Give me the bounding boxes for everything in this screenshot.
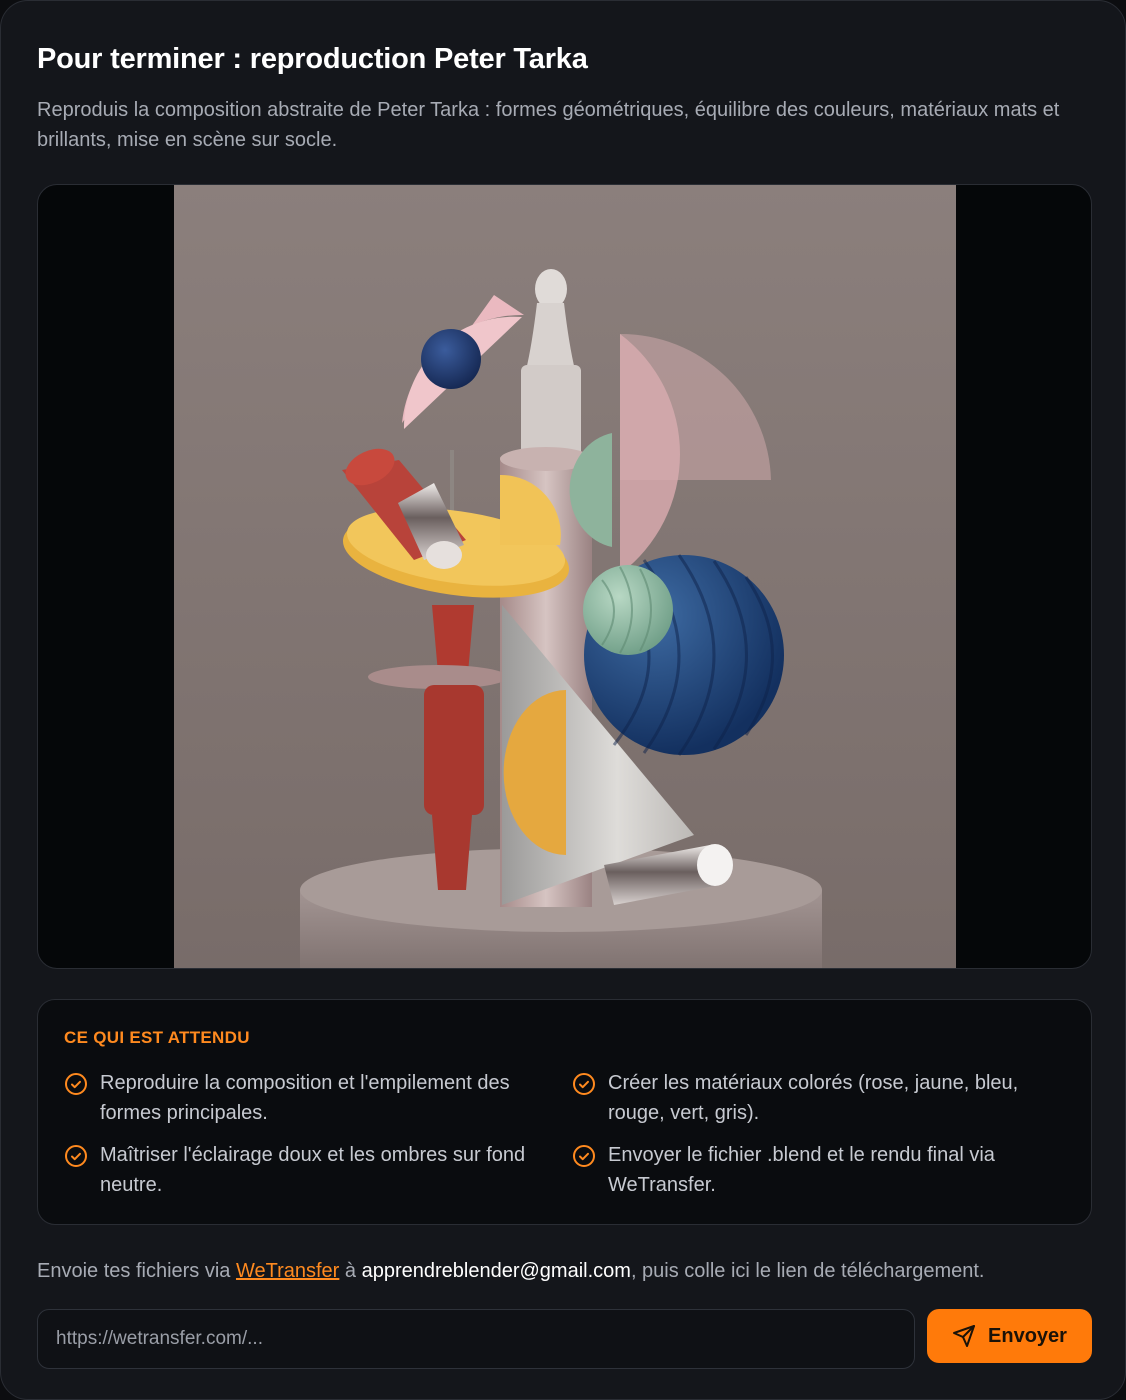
page-title: Pour terminer : reproduction Peter Tarka [37, 43, 588, 75]
expectation-item: Créer les matériaux colorés (rose, jaune… [572, 1068, 1062, 1128]
send-icon [953, 1325, 976, 1347]
check-circle-icon [573, 1145, 595, 1167]
submission-instructions: Envoie tes fichiers via WeTransfer à app… [37, 1256, 984, 1286]
reference-sculpture-image [174, 185, 956, 968]
expectation-text: Reproduire la composition et l'empilemen… [100, 1072, 510, 1124]
expectations-panel: CE QUI EST ATTENDU Reproduire la composi… [37, 999, 1092, 1225]
expectation-item: Reproduire la composition et l'empilemen… [64, 1068, 554, 1128]
expectation-item: Envoyer le fichier .blend et le rendu fi… [572, 1140, 1062, 1200]
page-description: Reproduis la composition abstraite de Pe… [37, 99, 1060, 151]
send-button[interactable]: Envoyer [927, 1309, 1092, 1363]
expectation-text: Créer les matériaux colorés (rose, jaune… [608, 1072, 1019, 1124]
check-circle-icon [65, 1145, 87, 1167]
submission-prefix: Envoie tes fichiers via [37, 1260, 236, 1282]
send-button-label: Envoyer [988, 1324, 1067, 1347]
check-circle-icon [65, 1073, 87, 1095]
submission-email: apprendreblender@gmail.com [361, 1260, 631, 1282]
check-circle-icon [573, 1073, 595, 1095]
download-link-input[interactable] [37, 1309, 915, 1369]
submission-middle: à [339, 1260, 362, 1282]
submission-suffix: , puis colle ici le lien de téléchargeme… [630, 1260, 985, 1282]
expectation-text: Envoyer le fichier .blend et le rendu fi… [608, 1144, 995, 1196]
assignment-card: Pour terminer : reproduction Peter Tarka… [0, 0, 1126, 1400]
reference-image-frame [37, 184, 1092, 969]
expectations-heading: CE QUI EST ATTENDU [64, 1028, 250, 1047]
wetransfer-link[interactable]: WeTransfer [236, 1260, 339, 1282]
expectation-text: Maîtriser l'éclairage doux et les ombres… [100, 1144, 526, 1196]
expectation-item: Maîtriser l'éclairage doux et les ombres… [64, 1140, 554, 1200]
